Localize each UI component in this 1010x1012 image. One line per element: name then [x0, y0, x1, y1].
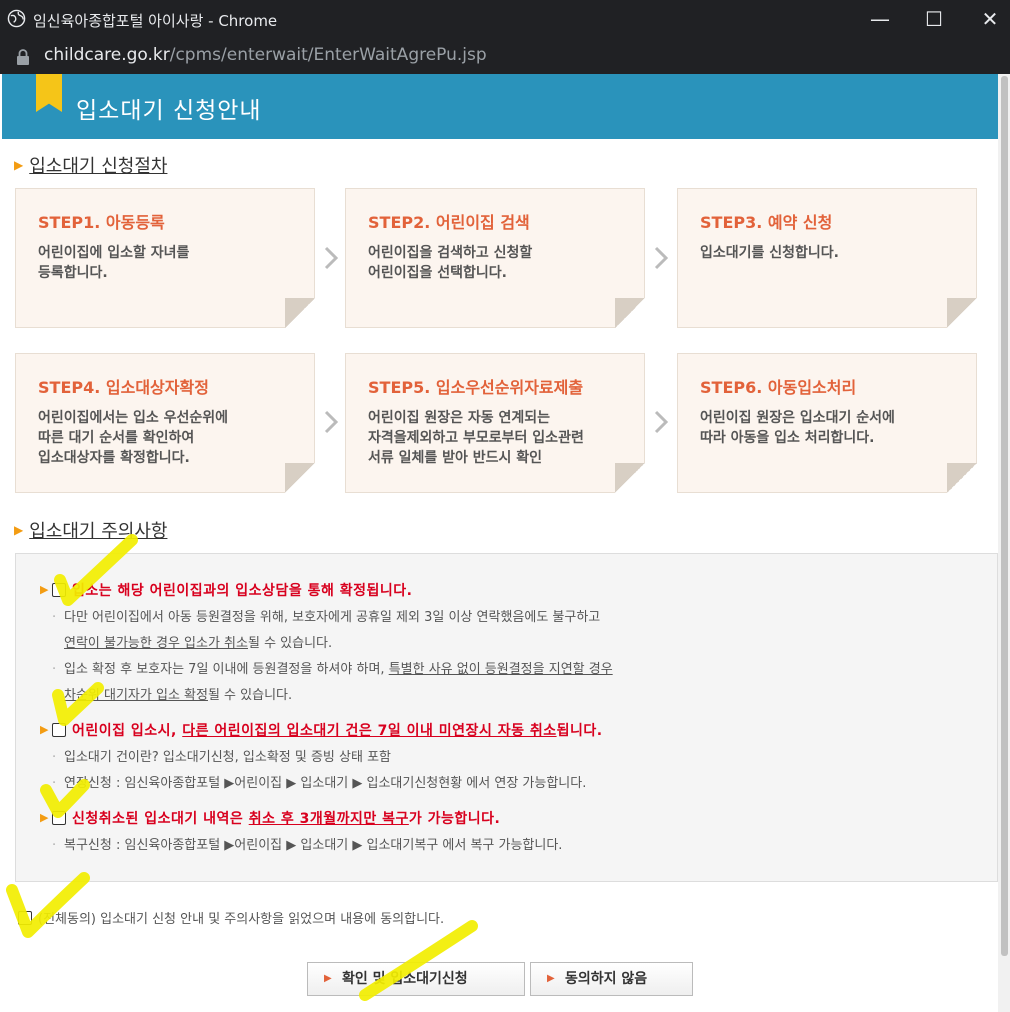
page-header: 입소대기 신청안내 — [2, 74, 998, 139]
lock-icon — [17, 49, 29, 65]
step-card-5: STEP5. 입소우선순위자료제출 어린이집 원장은 자동 연계되는 자격을제외… — [345, 353, 645, 493]
step-desc: 어린이집 원장은 입소대기 순서에 따라 아동을 입소 처리합니다. — [700, 410, 895, 446]
notice-item-1: ▶ 입소는 해당 어린이집과의 입소상담을 통해 확정됩니다. — [40, 580, 412, 600]
maximize-button[interactable]: ☐ — [920, 6, 948, 34]
step-desc: 입소대기를 신청합니다. — [700, 245, 839, 261]
step-card-2: STEP2. 어린이집 검색 어린이집을 검색하고 신청할 어린이집을 선택합니… — [345, 188, 645, 328]
notice-3-heading: 신청취소된 입소대기 내역은 취소 후 3개월까지만 복구가 가능합니다. — [72, 811, 501, 827]
notice-section-title: ▶ 입소대기 주의사항 — [14, 521, 168, 542]
step-desc: 어린이집을 검색하고 신청할 어린이집을 선택합니다. — [368, 245, 533, 281]
chevron-right-icon — [324, 410, 338, 434]
confirm-apply-button[interactable]: ▶ 확인 및 입소대기신청 — [307, 962, 525, 996]
notice-2-heading: 어린이집 입소시, 다른 어린이집의 입소대기 건은 7일 이내 미연장시 자동… — [72, 723, 603, 739]
notice-1-line-1: · 다만 어린이집에서 아동 등원결정을 위해, 보호자에게 공휴일 제외 3일 … — [52, 610, 601, 625]
globe-icon — [7, 9, 26, 28]
step-card-1: STEP1. 아동등록 어린이집에 입소할 자녀를 등록합니다. — [15, 188, 315, 328]
notice-2-line-2: · 연장신청 : 임신육아종합포털 ▶어린이집 ▶ 입소대기 ▶ 입소대기신청현황… — [52, 776, 587, 791]
address-bar[interactable]: childcare.go.kr/cpms/enterwait/EnterWait… — [0, 40, 1010, 74]
step-title: STEP3. 예약 신청 — [700, 213, 833, 232]
page-content: 입소대기 신청안내 ▶ 입소대기 신청절차 STEP1. 아동등록 어린이집에 입… — [2, 74, 998, 1012]
chevron-right-icon — [324, 246, 338, 270]
scrollbar-thumb[interactable] — [1001, 76, 1008, 956]
bullet-arrow-icon: ▶ — [40, 811, 49, 824]
notice-3-checkbox[interactable] — [52, 811, 66, 825]
minimize-button[interactable]: — — [866, 6, 894, 34]
step-desc: 어린이집에 입소할 자녀를 등록합니다. — [38, 245, 190, 281]
step-title: STEP4. 입소대상자확정 — [38, 378, 209, 397]
disagree-button[interactable]: ▶ 동의하지 않음 — [530, 962, 693, 996]
notice-1-checkbox[interactable] — [52, 583, 66, 597]
step-title: STEP5. 입소우선순위자료제출 — [368, 378, 584, 397]
notice-2-checkbox[interactable] — [52, 723, 66, 737]
bullet-arrow-icon: ▶ — [40, 583, 49, 596]
notice-2-line-1: · 입소대기 건이란? 입소대기신청, 입소확정 및 증빙 상태 포함 — [52, 750, 391, 765]
bullet-arrow-icon: ▶ — [40, 723, 49, 736]
notice-3-line-1: · 복구신청 : 임신육아종합포털 ▶어린이집 ▶ 입소대기 ▶ 입소대기복구 에… — [52, 838, 563, 853]
step-desc: 어린이집에서는 입소 우선순위에 따른 대기 순서를 확인하여 입소대상자를 확… — [38, 410, 229, 466]
step-card-4: STEP4. 입소대상자확정 어린이집에서는 입소 우선순위에 따른 대기 순서… — [15, 353, 315, 493]
step-title: STEP1. 아동등록 — [38, 213, 165, 232]
notice-box: ▶ 입소는 해당 어린이집과의 입소상담을 통해 확정됩니다. · 다만 어린이집에… — [15, 553, 998, 882]
notice-1-line-3: · 입소 확정 후 보호자는 7일 이내에 등원결정을 하셔야 하며, 특별한 사… — [52, 662, 613, 677]
agree-all-row: (전체동의) 입소대기 신청 안내 및 주의사항을 읽었으며 내용에 동의합니다… — [18, 908, 444, 927]
step-title: STEP2. 어린이집 검색 — [368, 213, 530, 232]
procedure-section-title: ▶ 입소대기 신청절차 — [14, 156, 168, 177]
section-arrow-icon: ▶ — [14, 158, 24, 172]
window-title: 임신육아종합포털 아이사랑 - Chrome — [33, 12, 278, 30]
notice-item-2: ▶ 어린이집 입소시, 다른 어린이집의 입소대기 건은 7일 이내 미연장시 자… — [40, 720, 603, 740]
agree-all-label: (전체동의) 입소대기 신청 안내 및 주의사항을 읽었으며 내용에 동의합니다… — [38, 912, 445, 927]
bookmark-ribbon-icon — [36, 74, 62, 112]
button-arrow-icon: ▶ — [324, 973, 332, 984]
window-titlebar: 임신육아종합포털 아이사랑 - Chrome — ☐ ✕ — [0, 0, 1010, 40]
step-card-3: STEP3. 예약 신청 입소대기를 신청합니다. — [677, 188, 977, 328]
section-arrow-icon: ▶ — [14, 523, 24, 537]
close-button[interactable]: ✕ — [976, 6, 1004, 34]
step-title: STEP6. 아동입소처리 — [700, 378, 857, 397]
button-arrow-icon: ▶ — [547, 973, 555, 984]
chevron-right-icon — [654, 410, 668, 434]
agree-all-checkbox[interactable] — [18, 911, 32, 925]
page-title: 입소대기 신청안내 — [76, 98, 262, 124]
step-desc: 어린이집 원장은 자동 연계되는 자격을제외하고 부모로부터 입소관련 서류 일… — [368, 410, 584, 466]
url-text[interactable]: childcare.go.kr/cpms/enterwait/EnterWait… — [44, 45, 487, 65]
notice-1-line-2: 연락이 불가능한 경우 입소가 취소될 수 있습니다. — [64, 636, 333, 651]
chevron-right-icon — [654, 246, 668, 270]
notice-item-3: ▶ 신청취소된 입소대기 내역은 취소 후 3개월까지만 복구가 가능합니다. — [40, 808, 500, 828]
notice-1-heading: 입소는 해당 어린이집과의 입소상담을 통해 확정됩니다. — [72, 583, 413, 599]
step-card-6: STEP6. 아동입소처리 어린이집 원장은 입소대기 순서에 따라 아동을 입… — [677, 353, 977, 493]
notice-1-line-4: 차순위 대기자가 입소 확정될 수 있습니다. — [64, 688, 293, 703]
